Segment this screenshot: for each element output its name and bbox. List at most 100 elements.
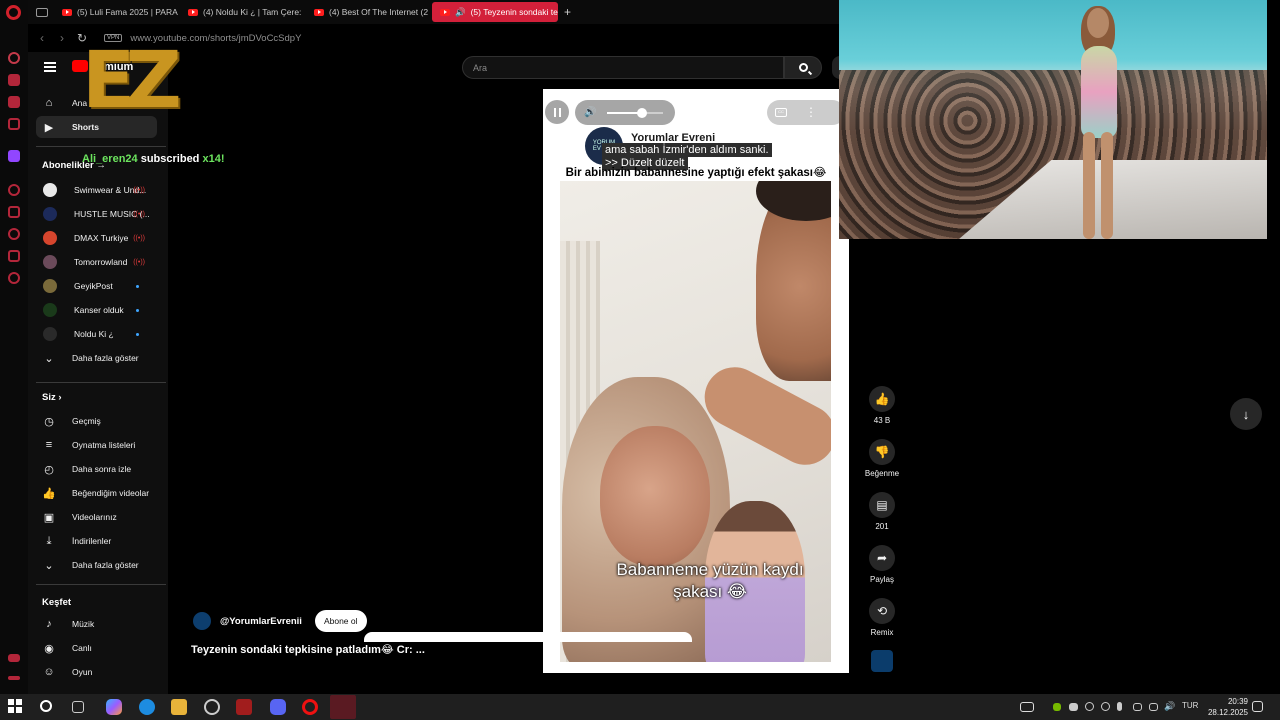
nav-downloads[interactable]: ⤓ İndirilenler [36,530,157,552]
nav-gaming[interactable]: ☺ Oyun [36,661,157,683]
steam-tray-icon [1085,702,1094,711]
tab-best-of-internet[interactable]: (4) Best Of The Internet (2 [306,2,432,22]
nav-liked-videos[interactable]: 👍 Beğendiğim videolar [36,482,157,504]
live-icon: ((•)) [133,258,145,266]
speaker-tray-icon: 🔊 [1164,701,1176,711]
dislike-action[interactable]: 👎 Beğenme [862,439,902,478]
whatsapp-icon[interactable] [8,96,20,108]
clock[interactable]: 20:39 28.12.2025 [1198,696,1248,718]
new-tab-button[interactable]: + [564,5,571,19]
nav-live[interactable]: ◉ Canlı [36,637,157,659]
remix-action[interactable]: ⟲ Remix [862,598,902,637]
edge-icon[interactable] [139,699,155,715]
like-action[interactable]: 👍 43 B [862,386,902,425]
sub-item[interactable]: Noldu Ki ¿ [36,323,157,345]
more-icon[interactable] [8,676,20,680]
like-icon: 👍 [42,487,56,500]
tab-luli-fama[interactable]: (5) Luli Fama 2025 | PARA [54,2,180,22]
speaker-icon[interactable]: 🔊 [455,7,466,18]
more-vert-icon[interactable]: ⋮ [805,106,817,118]
short-title[interactable]: Teyzenin sondaki tepkisine patladım😂 Cr:… [191,643,425,656]
show-more-subscriptions[interactable]: ⌄ Daha fazla göster [36,347,157,369]
gx-icon[interactable] [8,654,20,662]
sub-item[interactable]: Tomorrowland ((•)) [36,251,157,273]
channel-avatar[interactable] [193,612,211,630]
file-explorer-icon[interactable] [171,699,187,715]
nav-show-more[interactable]: ⌄ Daha fazla göster [36,554,157,576]
remix-icon[interactable]: ⟲ [869,598,895,624]
thumbs-down-icon[interactable]: 👎 [869,439,895,465]
notification-icon[interactable] [1252,701,1263,712]
opera-gx-taskbar-icon[interactable] [330,695,356,719]
opera-logo-icon[interactable] [6,5,21,20]
windows-start-icon[interactable] [8,699,24,715]
video-content[interactable]: Babanneme yüzün kaydı şakası 😂 [560,181,831,662]
sub-item[interactable]: DMAX Turkiye ((•)) [36,227,157,249]
nav-your-videos[interactable]: ▣ Videolarınız [36,506,157,528]
nav-watch-later[interactable]: ◴ Daha sonra izle [36,458,157,480]
ai-icon[interactable] [8,52,20,64]
share-icon[interactable]: ➦ [869,545,895,571]
sub-item[interactable]: GeyikPost [36,275,157,297]
sub-item[interactable]: Swimwear & Und... ((•)) [36,179,157,201]
copilot-icon[interactable] [106,699,122,715]
nav-music[interactable]: ♪ Müzik [36,613,157,635]
search-taskbar-icon[interactable] [40,700,52,712]
divider [36,146,166,147]
task-view-icon[interactable] [72,701,84,713]
back-icon[interactable]: ‹ [36,31,48,45]
instagram-icon[interactable] [8,118,20,130]
chevron-down-icon: ⌄ [44,559,54,572]
forward-icon[interactable]: › [56,31,68,45]
you-header[interactable]: Siz › [42,392,62,403]
audio-source-avatar[interactable] [871,650,893,672]
input-language[interactable]: TUR [1182,701,1198,710]
avatar [43,303,57,317]
youtube-favicon-icon [314,8,324,16]
tab-sidebar-icon[interactable] [36,7,48,17]
runway-model [1067,6,1131,239]
settings-icon[interactable] [8,272,20,284]
subscribe-button[interactable]: Abone ol [314,610,367,632]
arrow-down-icon: ↓ [1242,406,1250,422]
sub-item[interactable]: Kanser olduk [36,299,157,321]
opera-taskbar-icon[interactable] [302,699,318,715]
player-top-controls: CC ⋮ [767,100,845,125]
extensions-icon[interactable] [8,250,20,262]
channel-handle[interactable]: @YorumlarEvrenii [220,616,302,627]
messenger-icon[interactable] [8,74,20,86]
news-widget-icon[interactable] [1020,702,1034,712]
volume-knob[interactable] [636,108,647,118]
twitch-icon[interactable] [8,150,20,162]
sub-item[interactable]: HUSTLE MUSIC (... ((•)) [36,203,157,225]
volume-slider[interactable] [607,108,663,118]
playlists-icon: ≡ [45,439,53,451]
ez-logo-text: EZ [82,36,182,126]
next-short-preview[interactable] [364,632,692,642]
captions-icon[interactable]: CC [775,108,787,117]
menu-icon[interactable] [44,62,56,72]
tab-noldu-ki[interactable]: (4) Noldu Ki ¿ | Tam Çere: [180,2,306,22]
history-rail-icon[interactable] [8,228,20,240]
share-action[interactable]: ➦ Paylaş [862,545,902,584]
thumbs-up-icon[interactable]: 👍 [869,386,895,412]
tab-teyzenin-active[interactable]: 🔊 (5) Teyzenin sondaki te [432,2,558,22]
nav-playlists[interactable]: ≡ Oynatma listeleri [36,434,157,456]
next-short-button[interactable]: ↓ [1230,398,1262,430]
obs-icon[interactable] [204,699,220,715]
subscribe-alert: Ali_eren24 subscribed x14! [82,153,225,165]
comment-icon[interactable]: ▤ [869,492,895,518]
nav-history[interactable]: ◷ Geçmiş [36,410,157,432]
volume-control[interactable]: 🔊 [575,100,675,125]
player-icon[interactable] [8,184,20,196]
voicemeeter-icon[interactable] [236,699,252,715]
pinboard-icon[interactable] [8,206,20,218]
volume-icon[interactable]: 🔊 [584,108,596,118]
pause-button[interactable] [545,100,569,124]
search-button[interactable] [784,56,822,79]
comments-action[interactable]: ▤ 201 [862,492,902,531]
search-input[interactable]: Ara [462,56,784,79]
discord-icon[interactable] [270,699,286,715]
shorts-player[interactable]: Babanneme yüzün kaydı şakası 😂 YORUMEV Y… [543,89,849,673]
picture-in-picture-video[interactable] [839,0,1267,239]
